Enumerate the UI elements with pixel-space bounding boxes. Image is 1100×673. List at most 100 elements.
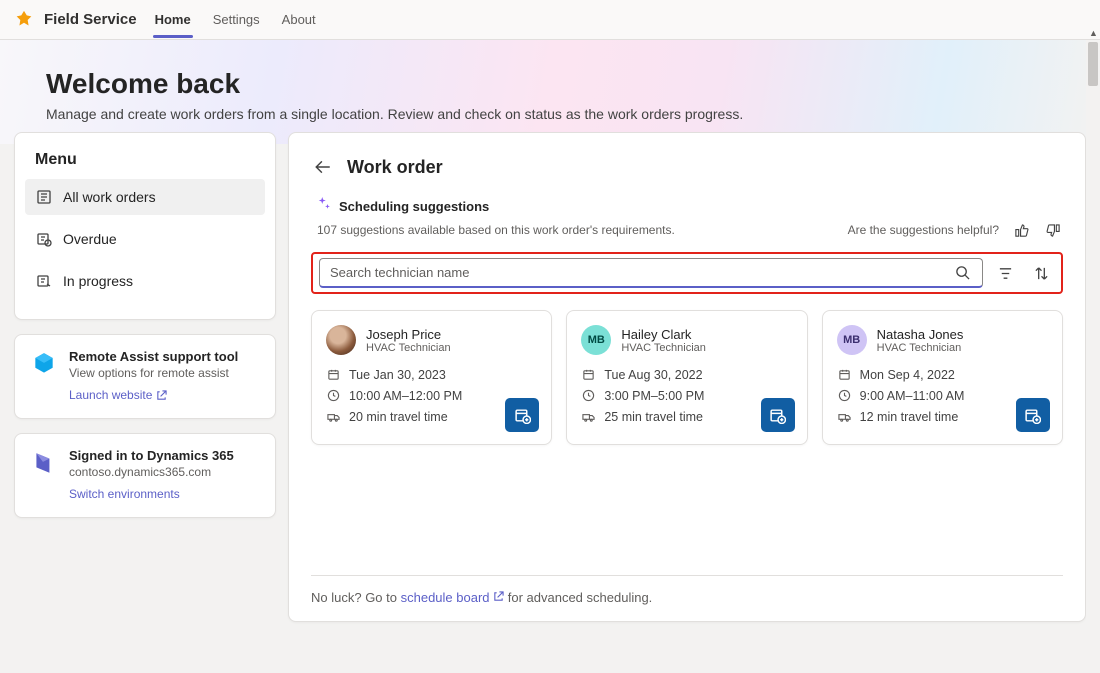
- footer-link-label: schedule board: [401, 590, 490, 605]
- scrollbar-thumb[interactable]: [1088, 42, 1098, 86]
- thumbs-up-button[interactable]: [1011, 220, 1031, 240]
- hero-title: Welcome back: [46, 68, 1054, 100]
- menu-item-overdue[interactable]: Overdue: [25, 221, 265, 257]
- suggestions-header-row: Scheduling suggestions: [317, 197, 1063, 216]
- search-toolbar-highlight: [311, 252, 1063, 294]
- technician-header: Joseph Price HVAC Technician: [326, 325, 537, 355]
- calendar-icon: [326, 367, 341, 382]
- back-button[interactable]: [311, 155, 335, 179]
- clock-icon: [837, 388, 852, 403]
- nav-tabs: Home Settings About: [153, 2, 318, 37]
- work-order-panel: Work order Scheduling suggestions 107 su…: [288, 132, 1086, 622]
- menu-card: Menu All work orders Overdue In progress: [14, 132, 276, 320]
- suggestions-sub-row: 107 suggestions available based on this …: [317, 220, 1063, 240]
- hero-subtitle: Manage and create work orders from a sin…: [46, 106, 1054, 122]
- nav-tab-settings[interactable]: Settings: [211, 2, 262, 37]
- panel-footer: No luck? Go to schedule board for advanc…: [311, 575, 1063, 605]
- menu-title: Menu: [25, 151, 265, 179]
- technician-header: MB Natasha Jones HVAC Technician: [837, 325, 1048, 355]
- technician-role: HVAC Technician: [366, 342, 451, 354]
- menu-item-label: In progress: [63, 273, 133, 289]
- nav-tab-home[interactable]: Home: [153, 2, 193, 37]
- remote-assist-body: Remote Assist support tool View options …: [69, 349, 261, 404]
- footer-text-b: for advanced scheduling.: [504, 590, 652, 605]
- link-label: Launch website: [69, 388, 152, 402]
- dynamics-icon: [29, 448, 59, 478]
- menu-item-all-work-orders[interactable]: All work orders: [25, 179, 265, 215]
- app-name: Field Service: [44, 11, 137, 28]
- truck-icon: [35, 272, 53, 290]
- link-label: Switch environments: [69, 487, 180, 501]
- page-title: Work order: [347, 157, 443, 178]
- sparkle-icon: [317, 197, 331, 216]
- search-icon[interactable]: [952, 263, 972, 283]
- technician-name: Joseph Price: [366, 327, 451, 342]
- calendar-add-icon: [769, 407, 786, 424]
- technician-card[interactable]: Joseph Price HVAC Technician Tue Jan 30,…: [311, 310, 552, 445]
- clock-alert-icon: [35, 230, 53, 248]
- scroll-up-icon[interactable]: ▲: [1089, 28, 1098, 38]
- tech-travel: 25 min travel time: [604, 410, 703, 424]
- arrow-left-icon: [314, 158, 332, 176]
- tech-time: 3:00 PM–5:00 PM: [604, 389, 704, 403]
- launch-website-link[interactable]: Launch website: [69, 388, 167, 402]
- travel-icon: [581, 409, 596, 424]
- technician-role: HVAC Technician: [621, 342, 706, 354]
- feedback-area: Are the suggestions helpful?: [848, 220, 1063, 240]
- technician-header: MB Hailey Clark HVAC Technician: [581, 325, 792, 355]
- filter-icon: [998, 266, 1013, 281]
- external-link-icon: [156, 390, 167, 401]
- travel-icon: [326, 409, 341, 424]
- info-card-subtitle: contoso.dynamics365.com: [69, 465, 261, 479]
- calendar-add-icon: [1024, 407, 1041, 424]
- tech-date-line: Tue Jan 30, 2023: [326, 367, 537, 382]
- tech-time: 9:00 AM–11:00 AM: [860, 389, 965, 403]
- top-navigation-bar: Field Service Home Settings About: [0, 0, 1100, 40]
- footer-text-a: No luck? Go to: [311, 590, 401, 605]
- sidebar: Menu All work orders Overdue In progress…: [14, 132, 276, 622]
- info-card-title: Remote Assist support tool: [69, 349, 261, 364]
- technician-card[interactable]: MB Hailey Clark HVAC Technician Tue Aug …: [566, 310, 807, 445]
- main-area: Menu All work orders Overdue In progress…: [0, 132, 1100, 622]
- suggestions-subtitle: 107 suggestions available based on this …: [317, 223, 675, 237]
- sort-button[interactable]: [1027, 259, 1055, 287]
- thumbs-down-button[interactable]: [1043, 220, 1063, 240]
- switch-environments-link[interactable]: Switch environments: [69, 487, 180, 501]
- search-input[interactable]: [330, 265, 952, 280]
- info-card-subtitle: View options for remote assist: [69, 366, 261, 380]
- search-box[interactable]: [319, 258, 983, 288]
- clock-icon: [326, 388, 341, 403]
- calendar-add-icon: [514, 407, 531, 424]
- list-icon: [35, 188, 53, 206]
- avatar: MB: [837, 325, 867, 355]
- technician-name: Hailey Clark: [621, 327, 706, 342]
- book-button[interactable]: [505, 398, 539, 432]
- avatar: MB: [581, 325, 611, 355]
- clock-icon: [581, 388, 596, 403]
- suggestions-title: Scheduling suggestions: [339, 199, 489, 214]
- menu-item-label: Overdue: [63, 231, 117, 247]
- filter-button[interactable]: [991, 259, 1019, 287]
- schedule-board-link[interactable]: schedule board: [401, 590, 505, 605]
- app-logo-icon: [12, 8, 36, 32]
- remote-assist-icon: [29, 349, 59, 379]
- book-button[interactable]: [761, 398, 795, 432]
- tech-date: Mon Sep 4, 2022: [860, 368, 955, 382]
- remote-assist-card: Remote Assist support tool View options …: [14, 334, 276, 419]
- menu-item-in-progress[interactable]: In progress: [25, 263, 265, 299]
- technician-name: Natasha Jones: [877, 327, 964, 342]
- feedback-question: Are the suggestions helpful?: [848, 223, 999, 237]
- tech-time: 10:00 AM–12:00 PM: [349, 389, 462, 403]
- calendar-icon: [837, 367, 852, 382]
- scrollbar[interactable]: ▲: [1086, 40, 1100, 673]
- hero-banner: Welcome back Manage and create work orde…: [0, 40, 1100, 144]
- tech-travel: 12 min travel time: [860, 410, 959, 424]
- external-link-icon: [493, 591, 504, 602]
- book-button[interactable]: [1016, 398, 1050, 432]
- info-card-title: Signed in to Dynamics 365: [69, 448, 261, 463]
- page-title-row: Work order: [311, 155, 1063, 179]
- menu-item-label: All work orders: [63, 189, 156, 205]
- technician-card[interactable]: MB Natasha Jones HVAC Technician Mon Sep…: [822, 310, 1063, 445]
- sort-icon: [1034, 266, 1049, 281]
- nav-tab-about[interactable]: About: [280, 2, 318, 37]
